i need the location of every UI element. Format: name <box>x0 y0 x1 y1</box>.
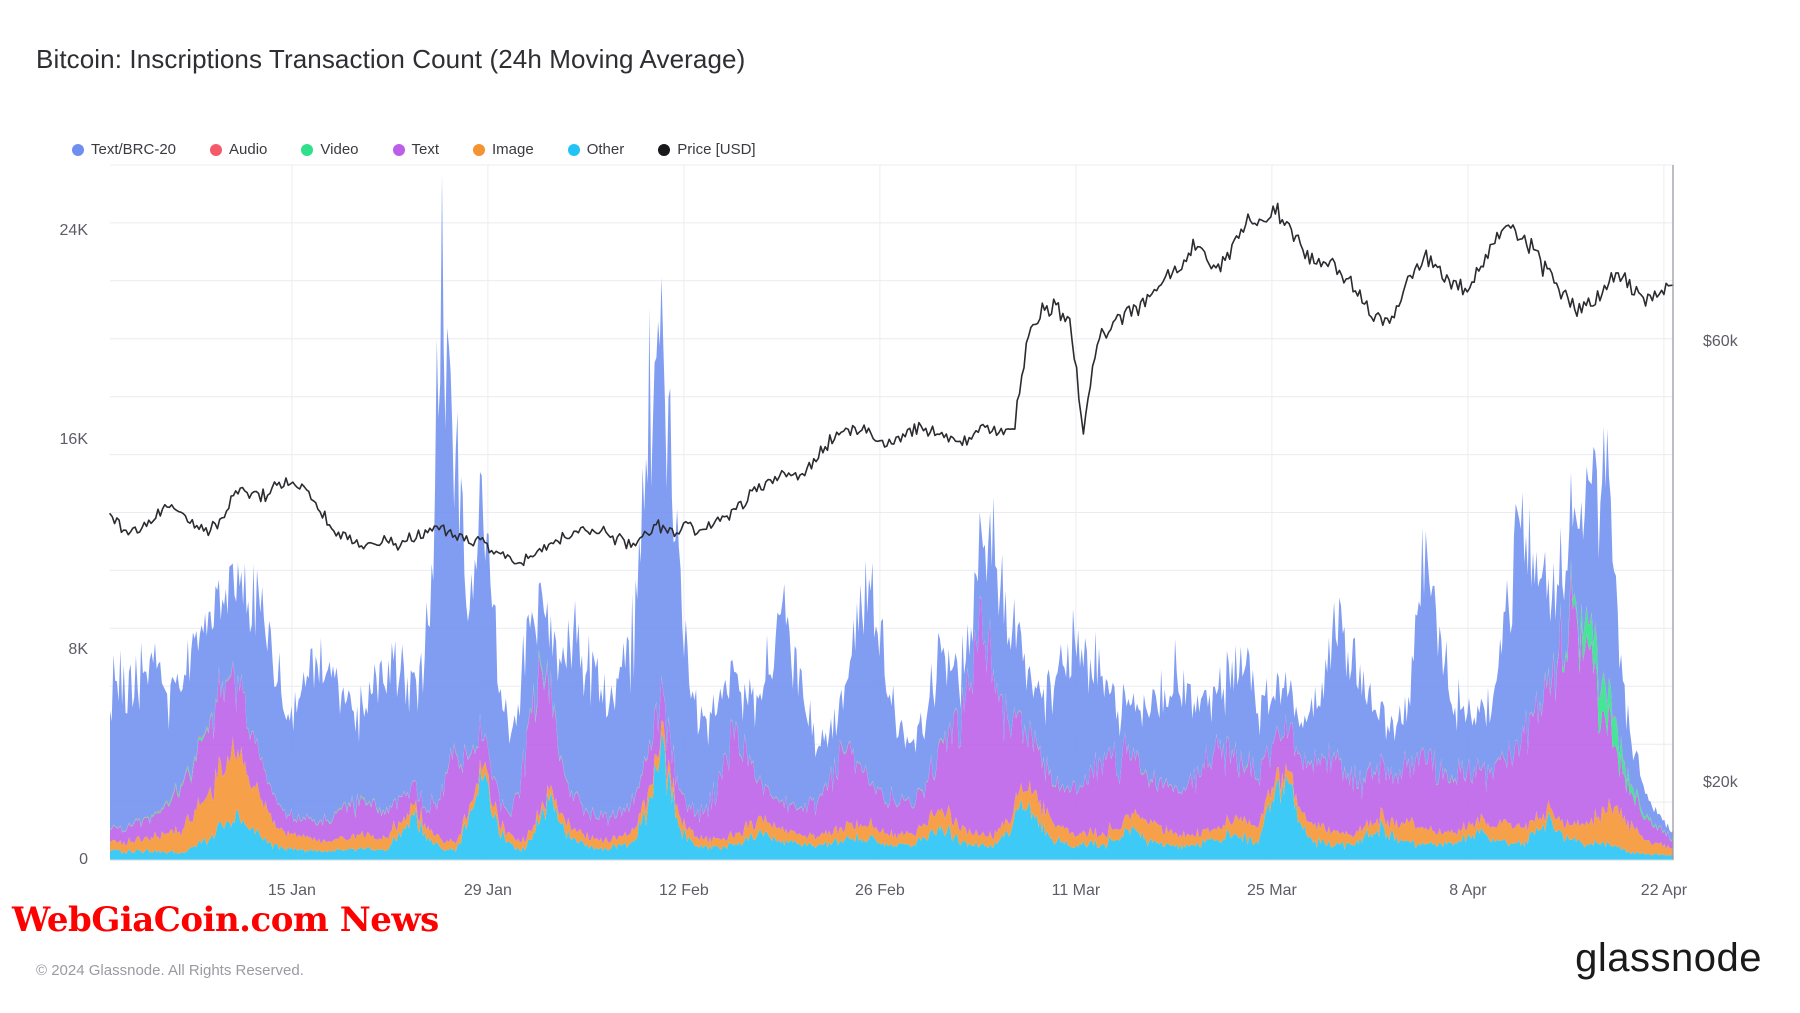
y-axis-tick-label-left: 0 <box>79 851 88 868</box>
x-axis-tick-label: 11 Mar <box>1051 882 1101 899</box>
copyright-text: © 2024 Glassnode. All Rights Reserved. <box>36 962 304 979</box>
plot-area: 0 8K 16K 24K $20k $60k 15 Jan 29 Jan 12 Feb 26 Fe… <box>0 0 1800 1013</box>
stacked-areas-group <box>110 173 1673 860</box>
x-axis-tick-label: 22 Apr <box>1640 882 1688 899</box>
x-axis-tick-label: 8 Apr <box>1449 882 1487 899</box>
price-line-series <box>109 202 1674 567</box>
glassnode-logo: glassnode <box>1575 936 1762 980</box>
x-axis-tick-label: 26 Feb <box>855 882 905 899</box>
y-axis-tick-label-right: $20k <box>1703 773 1738 791</box>
chart-card: Bitcoin: Inscriptions Transaction Count … <box>0 0 1800 1013</box>
x-axis-tick-label: 29 Jan <box>463 882 512 899</box>
area-series-text-brc-20 <box>110 173 1673 841</box>
watermark-text: WebGiaCoin.com News <box>12 900 439 940</box>
x-axis-tick-label: 25 Mar <box>1247 882 1297 899</box>
x-axis-tick-label: 15 Jan <box>267 882 316 899</box>
x-axis-tick-label: 12 Feb <box>659 882 709 899</box>
chart-svg <box>109 164 1674 861</box>
y-axis-tick-label-left: 16K <box>59 431 88 449</box>
y-axis-tick-label-left: 24K <box>59 221 88 239</box>
y-axis-tick-label-right: $60k <box>1703 332 1738 350</box>
y-axis-tick-label-left: 8K <box>68 641 88 659</box>
